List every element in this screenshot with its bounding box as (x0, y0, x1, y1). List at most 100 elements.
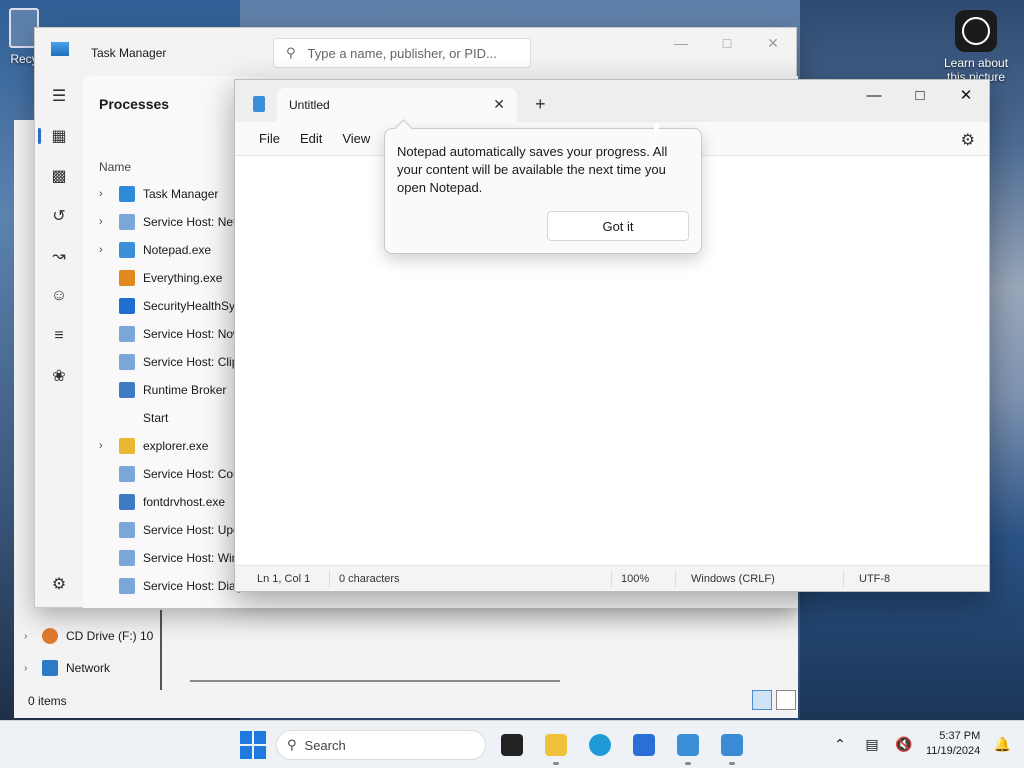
window-icon (119, 382, 135, 398)
details-view-button[interactable] (752, 690, 772, 710)
process-name: Service Host: Con (143, 467, 240, 481)
line-ending[interactable]: Windows (CRLF) (691, 573, 775, 585)
menu-edit[interactable]: Edit (290, 124, 332, 154)
new-tab-plus-icon[interactable]: + (535, 94, 546, 115)
app-history-nav-icon[interactable]: ↺ (35, 196, 83, 236)
hamburger-menu-icon[interactable]: ☰ (35, 76, 83, 116)
task-manager-icon (51, 42, 69, 56)
taskbar-search-box[interactable]: ⚲ Search (276, 730, 486, 760)
menu-view[interactable]: View (332, 124, 380, 154)
task-manager-taskbar-icon[interactable] (714, 729, 750, 765)
nav-item[interactable]: › CD Drive (F:) 10 (24, 620, 174, 652)
minimize-button[interactable]: — (658, 28, 704, 58)
nav-item-label: Network (66, 661, 111, 675)
explorer-nav-pane: › CD Drive (F:) 10 › Network (24, 620, 174, 684)
search-icon: ⚲ (287, 737, 297, 752)
network-icon (42, 660, 58, 676)
settings-gear-icon[interactable]: ⚙ (35, 564, 83, 604)
tab-untitled[interactable]: Untitled ✕ (277, 88, 517, 122)
notepad-icon (253, 96, 265, 112)
chevron-right-icon[interactable]: › (24, 631, 34, 642)
got-it-button[interactable]: Got it (547, 211, 689, 241)
mouse-cursor-icon (654, 124, 666, 140)
nav-item[interactable]: › Network (24, 652, 174, 684)
encoding[interactable]: UTF-8 (859, 573, 890, 585)
window-title: Task Manager (91, 46, 167, 60)
cursor-position: Ln 1, Col 1 (257, 573, 311, 585)
minimize-button[interactable]: — (851, 80, 897, 110)
shield-icon (119, 298, 135, 314)
character-count: 0 characters (339, 573, 400, 585)
nav-pane-divider[interactable] (160, 610, 162, 690)
startup-apps-nav-icon[interactable]: ↝ (35, 236, 83, 276)
chevron-right-icon[interactable]: › (99, 188, 119, 200)
chevron-up-icon[interactable]: ⌃ (830, 734, 850, 754)
tiles-view-button[interactable] (776, 690, 796, 710)
learn-about-picture-desktop-icon[interactable]: Learn about this picture (940, 10, 1012, 84)
store-taskbar-icon[interactable] (626, 729, 662, 761)
maximize-button[interactable]: □ (897, 80, 943, 110)
search-placeholder: Type a name, publisher, or PID... (307, 45, 497, 61)
process-name: explorer.exe (143, 439, 209, 453)
chevron-right-icon[interactable]: › (99, 216, 119, 228)
maximize-button[interactable]: □ (704, 28, 750, 58)
process-name: Service Host: Now (143, 327, 242, 341)
performance-nav-icon[interactable]: ▩ (35, 156, 83, 196)
magnifier-icon (119, 270, 135, 286)
page-title: Processes (99, 96, 170, 112)
status-divider (843, 570, 844, 588)
task-manager-titlebar[interactable]: Task Manager ⚲ Type a name, publisher, o… (35, 28, 796, 76)
horizontal-scrollbar[interactable] (190, 680, 560, 682)
close-tab-icon[interactable]: ✕ (493, 96, 505, 113)
task-view-button[interactable] (494, 729, 530, 761)
chevron-right-icon[interactable]: › (99, 440, 119, 452)
process-name: Everything.exe (143, 271, 223, 285)
gear-icon (119, 326, 135, 342)
close-button[interactable]: ✕ (750, 28, 796, 58)
taskbar: ⚲ Search ⌃ ▤ 🔇 5:37 PM 11/19/2024 🔔 (0, 720, 1024, 768)
users-nav-icon[interactable]: ☺ (35, 276, 83, 316)
process-name: Service Host: Win (143, 551, 239, 565)
gear-icon (119, 550, 135, 566)
menu-file[interactable]: File (249, 124, 290, 154)
close-button[interactable]: ✕ (943, 80, 989, 110)
process-search-input[interactable]: ⚲ Type a name, publisher, or PID... (273, 38, 531, 68)
gear-icon (119, 522, 135, 538)
process-name: Service Host: Clip (143, 355, 239, 369)
notepad-icon (119, 242, 135, 258)
process-name: Service Host: Netw (143, 215, 246, 229)
cd-drive-icon (42, 628, 58, 644)
volume-muted-icon[interactable]: 🔇 (894, 734, 914, 754)
search-label: Search (304, 737, 346, 753)
process-name: Start (143, 411, 169, 425)
process-name: fontdrvhost.exe (143, 495, 226, 509)
search-icon: ⚲ (286, 45, 296, 60)
process-name: Service Host: Upd (143, 523, 240, 537)
task-manager-icon (119, 186, 135, 202)
chevron-right-icon[interactable]: › (99, 244, 119, 256)
zoom-level[interactable]: 100% (621, 573, 649, 585)
chevron-right-icon[interactable]: › (24, 663, 34, 674)
clock[interactable]: 5:37 PM 11/19/2024 (926, 729, 980, 759)
clock-time: 5:37 PM (939, 730, 981, 742)
process-name: Notepad.exe (143, 243, 212, 257)
camera-icon (955, 10, 997, 52)
explorer-status-text: 0 items (28, 694, 67, 708)
settings-gear-icon[interactable]: ⚙ (961, 130, 975, 150)
services-nav-icon[interactable]: ❀ (35, 356, 83, 396)
edge-taskbar-icon[interactable] (582, 729, 618, 761)
file-explorer-taskbar-icon[interactable] (538, 729, 574, 765)
notepad-tab-bar[interactable]: Untitled ✕ + — □ ✕ (235, 80, 989, 122)
gear-icon (119, 354, 135, 370)
start-button[interactable] (240, 731, 268, 759)
status-divider (675, 570, 676, 588)
autosave-teaching-tip: Notepad automatically saves your progres… (384, 128, 702, 254)
details-nav-icon[interactable]: ≡ (35, 316, 83, 356)
notification-bell-icon[interactable]: 🔔 (992, 734, 1012, 754)
notepad-taskbar-icon[interactable] (670, 729, 706, 765)
network-tray-icon[interactable]: ▤ (862, 734, 882, 754)
process-name: Runtime Broker (143, 383, 227, 397)
processes-nav-icon[interactable]: ▦ (35, 116, 83, 156)
process-name: Task Manager (143, 187, 219, 201)
name-column-header[interactable]: Name (99, 160, 131, 174)
